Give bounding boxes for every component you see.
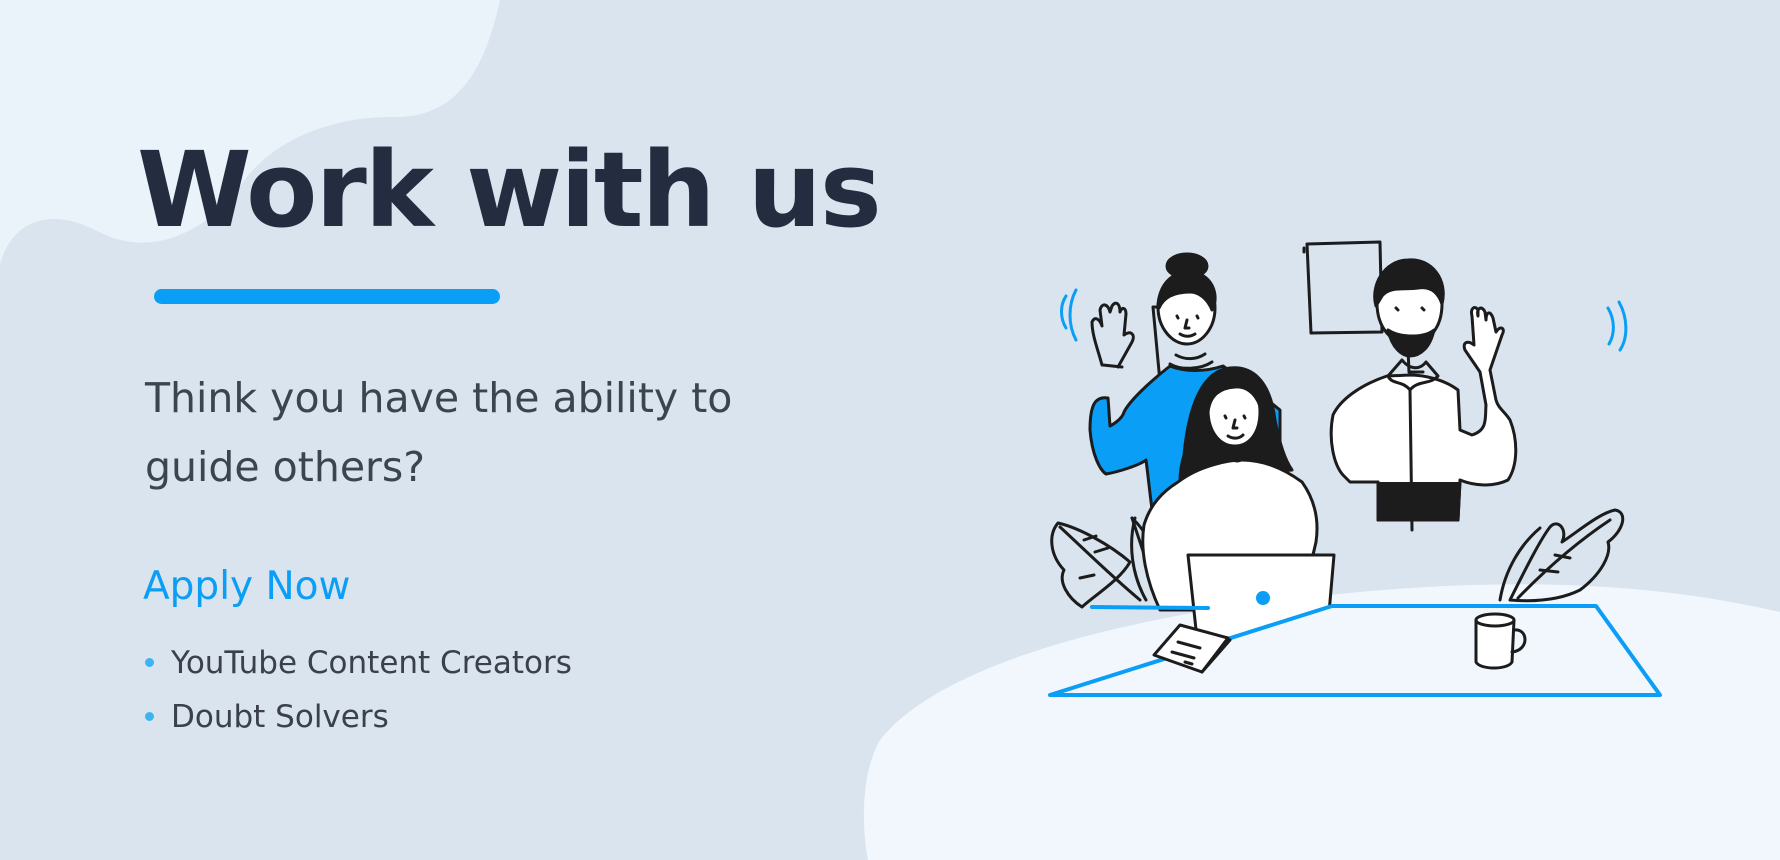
list-item: Doubt Solvers: [145, 690, 572, 744]
man-waving-figure: [1329, 258, 1518, 532]
bullet-icon: [145, 712, 154, 721]
list-item: YouTube Content Creators: [145, 636, 572, 690]
team-illustration: [1048, 240, 1662, 697]
page-title: Work with us: [137, 129, 882, 251]
roles-list: YouTube Content Creators Doubt Solvers: [145, 636, 572, 744]
bullet-icon: [145, 658, 154, 667]
wave-motion-lines: [1060, 288, 1628, 352]
hero-content: Work with us Think you have the ability …: [0, 0, 900, 860]
desk-surface: [1048, 604, 1662, 697]
picture-frame-icon: [1302, 240, 1384, 335]
role-label: Doubt Solvers: [171, 699, 389, 735]
hiring-banner: Work with us Think you have the ability …: [0, 0, 1780, 860]
role-label: YouTube Content Creators: [171, 645, 572, 681]
subtitle: Think you have the ability to guide othe…: [145, 374, 733, 491]
title-underline: [154, 289, 500, 304]
plant-leaf-icon: [1498, 508, 1625, 603]
apply-now-link[interactable]: Apply Now: [143, 564, 350, 611]
